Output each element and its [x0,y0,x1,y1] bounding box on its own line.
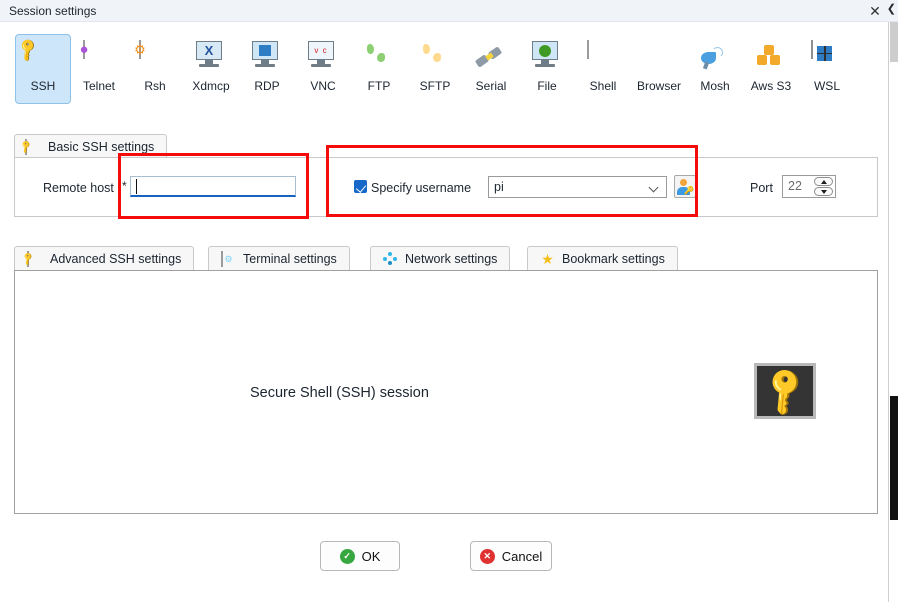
session-type-wsl[interactable]: WSL [799,34,855,104]
tab-label: Terminal settings [243,252,337,266]
specify-username-label: Specify username [371,181,472,195]
close-circle-icon: ✕ [479,548,495,564]
xdmcp-monitor-icon: X [195,41,227,73]
port-input[interactable]: 22 [782,175,836,198]
vnc-monitor-icon: v c [307,41,339,73]
session-type-label: RDP [254,79,280,93]
background-window-strip [890,396,898,520]
chevron-down-icon [650,184,659,190]
session-type-vnc[interactable]: v c VNC [295,34,351,104]
session-type-toolbar: 🔑 SSH ● Telnet ⚙ Rsh X Xdmcp RDP v c VNC… [0,22,890,128]
tab-basic-ssh-settings[interactable]: 🔑 Basic SSH settings [14,134,168,158]
mosh-satellite-icon [699,41,731,73]
text-caret [136,179,137,194]
session-type-label: Telnet [82,79,116,93]
username-combobox[interactable]: pi [488,176,667,198]
aws-s3-cubes-icon [755,41,787,73]
session-type-label: Aws S3 [750,79,792,93]
session-type-browser[interactable]: Browser [631,34,687,104]
window-title: Session settings [9,4,97,18]
session-type-rdp[interactable]: RDP [239,34,295,104]
session-type-label: Mosh [700,79,730,93]
terminal-gear-icon: ⚙ [221,251,236,267]
session-description: Secure Shell (SSH) session [250,385,429,401]
chevron-left-icon[interactable]: ❮ [887,2,896,15]
port-stepper[interactable] [814,177,833,196]
session-type-shell[interactable]: >_ Shell [575,34,631,104]
shell-prompt-icon: >_ [587,40,619,73]
session-type-label: File [537,79,557,93]
browser-globe-icon [643,41,675,73]
session-type-ssh[interactable]: 🔑 SSH [15,34,71,104]
port-value: 22 [788,179,802,193]
star-icon: ★ [541,251,554,267]
ftp-green-globe-icon [363,41,395,73]
session-type-telnet[interactable]: ● Telnet [71,34,127,104]
title-bar: Session settings ✕ [0,0,898,22]
tab-label: Bookmark settings [562,252,665,266]
basic-settings-tabrow: 🔑 Basic SSH settings [14,134,878,158]
tab-terminal-settings[interactable]: ⚙ Terminal settings [208,246,350,271]
wsl-windows-icon [811,40,843,73]
session-type-aws-s3[interactable]: Aws S3 [743,34,799,104]
session-type-label: SSH [30,79,56,93]
session-settings-dialog: Session settings ✕ 🔑 SSH ● Telnet ⚙ Rsh … [0,0,898,602]
cancel-button[interactable]: ✕ Cancel [470,541,552,571]
session-preview-panel [14,270,878,514]
port-increment-button[interactable] [814,177,833,186]
session-type-label: Xdmcp [192,79,230,93]
remote-host-input[interactable] [130,176,296,197]
rsh-gears-icon: ⚙ [134,40,171,73]
port-label: Port [750,181,773,195]
ssh-key-icon: 🔑 [18,138,34,155]
network-dots-icon [383,252,398,266]
remote-host-required-marker: * [122,179,127,193]
settings-tabrow: 🔑 Advanced SSH settings ⚙ Terminal setti… [14,246,878,271]
session-type-file[interactable]: File [519,34,575,104]
tab-advanced-ssh-settings[interactable]: 🔑 Advanced SSH settings [14,246,195,271]
check-icon: ✓ [339,548,355,564]
tab-label: Network settings [405,252,498,266]
specify-username-checkbox[interactable] [354,180,367,193]
session-type-label: Shell [589,79,617,93]
session-type-mosh[interactable]: Mosh [687,34,743,104]
session-type-label: SFTP [419,79,451,93]
remote-host-label: Remote host [43,181,114,195]
session-type-label: Serial [475,79,507,93]
session-type-ftp[interactable]: FTP [351,34,407,104]
vertical-scrollbar-thumb[interactable] [890,22,898,62]
telnet-cube-icon: ● [79,40,89,59]
session-type-xdmcp[interactable]: X Xdmcp [183,34,239,104]
close-icon[interactable]: ✕ [862,2,888,20]
tab-label: Advanced SSH settings [50,252,182,266]
tab-network-settings[interactable]: Network settings [370,246,511,271]
session-type-rsh[interactable]: ⚙ Rsh [127,34,183,104]
tab-bookmark-settings[interactable]: ★ Bookmark settings [527,246,678,271]
ok-button-label: OK [361,548,381,564]
session-type-label: Rsh [144,79,166,93]
session-type-sftp[interactable]: SFTP [407,34,463,104]
user-key-icon[interactable]: 🔑 [674,175,696,198]
ok-button[interactable]: ✓ OK [320,541,400,571]
session-type-label: FTP [367,79,391,93]
session-type-label: Browser [636,79,681,93]
sftp-orange-globe-icon [419,41,451,73]
session-type-label: VNC [310,79,336,93]
username-value: pi [494,180,504,194]
ssh-key-large-icon: 🔑 [754,363,816,419]
ssh-key-icon: 🔑 [20,251,36,267]
session-type-label: WSL [813,79,840,93]
port-decrement-button[interactable] [814,187,833,196]
tab-label: Basic SSH settings [48,139,155,154]
rdp-windows-monitor-icon [251,41,283,73]
serial-plug-icon [474,41,507,73]
file-monitor-globe-icon [531,41,563,73]
cancel-button-label: Cancel [501,548,543,564]
session-type-serial[interactable]: Serial [463,34,519,104]
ssh-key-icon: 🔑 [15,36,42,63]
